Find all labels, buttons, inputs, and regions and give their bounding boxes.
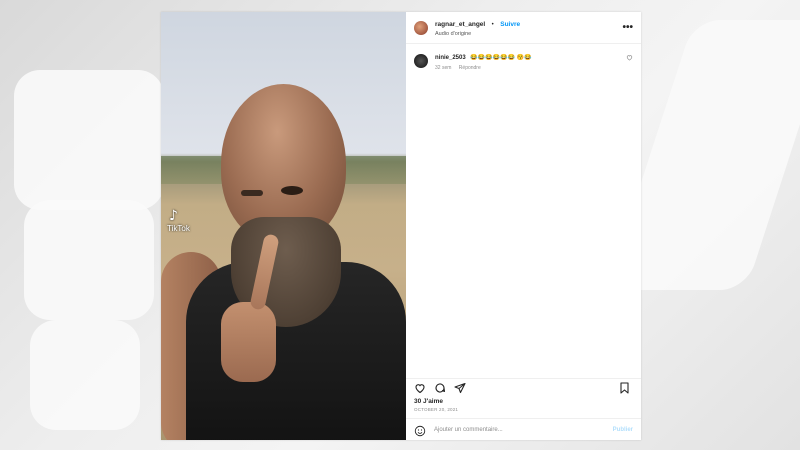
comment-bubble-icon[interactable] (434, 382, 448, 394)
avatar[interactable] (414, 20, 428, 35)
paper-plane-icon[interactable] (454, 382, 468, 394)
emoji-icon[interactable] (414, 424, 426, 436)
comment-body: ninie_2503 😂😂😂😂😂😂 😚😂 32 sem Répondre (435, 54, 626, 71)
reply-button[interactable]: Répondre (459, 65, 481, 71)
heart-outline-icon[interactable] (626, 54, 633, 71)
background-shape (24, 200, 154, 320)
post-header-text: ragnar_et_angel • Suivre Audio d'origine (435, 17, 622, 39)
add-comment-bar: Ajouter un commentaire... Publier (406, 418, 641, 440)
separator-dot: • (491, 21, 494, 28)
comment-username[interactable]: ninie_2503 (435, 55, 466, 61)
comment-item: ninie_2503 😂😂😂😂😂😂 😚😂 32 sem Répondre (414, 54, 633, 71)
background-shape (30, 320, 140, 430)
tiktok-logo-icon: ♪ (169, 208, 178, 224)
post-sidebar: ragnar_et_angel • Suivre Audio d'origine… (406, 12, 641, 440)
follow-button[interactable]: Suivre (500, 21, 520, 28)
comment-text: 😂😂😂😂😂😂 😚😂 (470, 55, 532, 61)
more-options-icon[interactable]: ••• (622, 22, 633, 33)
instagram-post: ♪ TikTok ragnar_et_angel • Suivre Audio … (161, 12, 641, 440)
tiktok-watermark: TikTok (167, 224, 190, 233)
bookmark-icon[interactable] (619, 381, 633, 394)
post-video[interactable]: ♪ TikTok (161, 12, 406, 440)
background-shape (14, 70, 164, 210)
heart-outline-icon[interactable] (414, 382, 428, 394)
publish-button[interactable]: Publier (613, 427, 633, 433)
add-comment-input[interactable]: Ajouter un commentaire... (434, 427, 613, 433)
post-actions (406, 378, 641, 396)
person-eye (281, 186, 303, 195)
post-username[interactable]: ragnar_et_angel (435, 21, 485, 28)
post-header: ragnar_et_angel • Suivre Audio d'origine… (406, 12, 641, 44)
post-date: OCTOBER 20, 2021 (414, 407, 459, 412)
comments-list: ninie_2503 😂😂😂😂😂😂 😚😂 32 sem Répondre (406, 44, 641, 378)
likes-count[interactable]: 30 J'aime (406, 396, 641, 405)
audio-label[interactable]: Audio d'origine (435, 30, 622, 39)
person-eye (241, 190, 263, 196)
comment-time[interactable]: 32 sem (435, 65, 451, 71)
avatar[interactable] (414, 54, 428, 68)
person-hand (221, 302, 276, 382)
